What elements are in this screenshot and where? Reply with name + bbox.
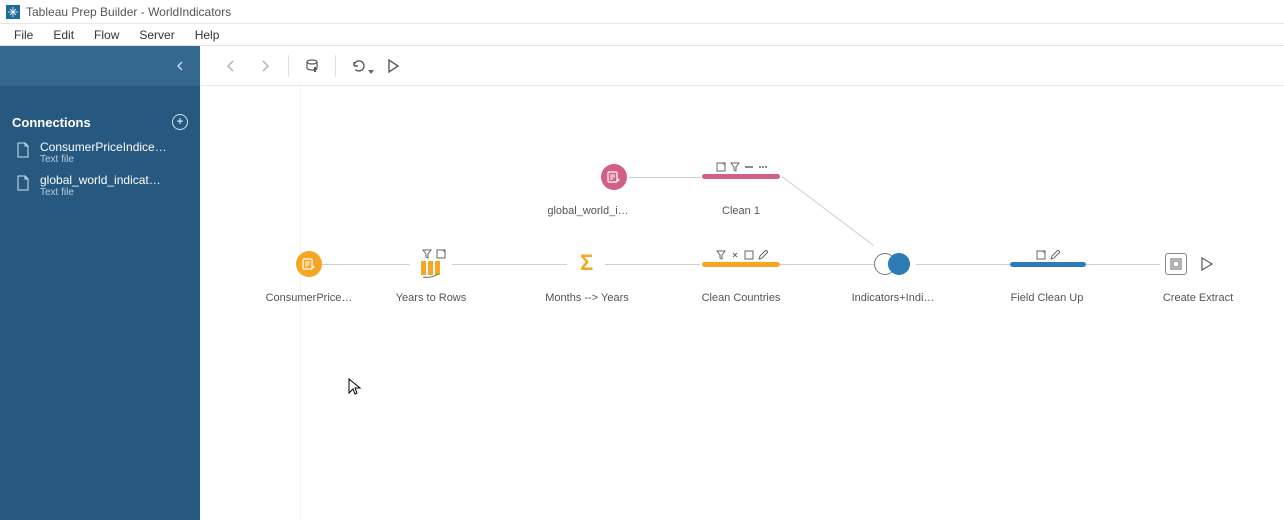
menu-edit[interactable]: Edit xyxy=(43,26,84,44)
node-label: Months --> Years xyxy=(532,292,642,304)
node-label: Years to Rows xyxy=(376,292,486,304)
forward-button[interactable] xyxy=(248,49,282,83)
flow-canvas[interactable]: ConsumerPrice… Years to Rows Σ Months --… xyxy=(200,86,1284,520)
connection-name: global_world_indicat… xyxy=(40,173,161,187)
separator xyxy=(335,55,336,77)
link-icon xyxy=(730,247,740,257)
node-label: Clean Countries xyxy=(686,292,796,304)
pivot-node[interactable] xyxy=(420,258,442,280)
step-mini-icons xyxy=(716,159,768,169)
output-node[interactable] xyxy=(1165,253,1187,275)
sidebar-collapse-bar[interactable] xyxy=(0,46,200,86)
node-label: Field Clean Up xyxy=(992,292,1102,304)
toolbar xyxy=(200,46,1284,86)
add-connection-button[interactable]: + xyxy=(172,114,188,130)
connections-label: Connections xyxy=(12,115,91,130)
edit-icon xyxy=(758,247,768,257)
run-output-icon[interactable] xyxy=(1200,257,1214,271)
mouse-cursor-icon xyxy=(348,378,362,396)
node-label: ConsumerPrice… xyxy=(254,292,364,304)
node-label: global_world_i… xyxy=(533,205,643,217)
file-icon xyxy=(16,175,30,191)
window-titlebar: Tableau Prep Builder - WorldIndicators xyxy=(0,0,1284,24)
connections-header: Connections + xyxy=(0,104,200,136)
canvas-area: ConsumerPrice… Years to Rows Σ Months --… xyxy=(200,46,1284,520)
edit-icon xyxy=(1050,247,1060,257)
rename-icon xyxy=(716,159,726,169)
more-icon xyxy=(758,159,768,169)
connector-line xyxy=(452,264,567,265)
filter-icon xyxy=(422,246,432,256)
menu-help[interactable]: Help xyxy=(185,26,230,44)
file-icon xyxy=(16,142,30,158)
node-label: Create Extract xyxy=(1138,292,1258,304)
connector-line xyxy=(629,177,701,178)
step-mini-icons xyxy=(422,246,446,256)
step-mini-icons xyxy=(1036,247,1060,257)
join-node[interactable] xyxy=(874,252,914,276)
node-label: Clean 1 xyxy=(686,205,796,217)
connection-item[interactable]: global_world_indicat… Text file xyxy=(0,169,200,202)
rename-icon xyxy=(436,246,446,256)
data-sample-button[interactable] xyxy=(295,49,329,83)
connections-sidebar: Connections + ConsumerPriceIndice… Text … xyxy=(0,46,200,520)
calc-icon xyxy=(744,247,754,257)
remove-icon xyxy=(744,159,754,169)
chevron-left-icon xyxy=(176,58,184,74)
menubar: File Edit Flow Server Help xyxy=(0,24,1284,46)
connector-line xyxy=(605,264,700,265)
menu-server[interactable]: Server xyxy=(129,26,184,44)
refresh-button[interactable] xyxy=(342,49,376,83)
connection-item[interactable]: ConsumerPriceIndice… Text file xyxy=(0,136,200,169)
clean-node-fieldcleanup[interactable] xyxy=(1010,262,1086,267)
clean-node-countries[interactable] xyxy=(702,262,780,267)
filter-icon xyxy=(730,159,740,169)
step-mini-icons xyxy=(716,247,768,257)
menu-file[interactable]: File xyxy=(4,26,43,44)
aggregate-node[interactable]: Σ xyxy=(580,250,593,276)
connection-name: ConsumerPriceIndice… xyxy=(40,140,167,154)
clean-node-1[interactable] xyxy=(702,174,780,179)
connection-type: Text file xyxy=(40,154,167,165)
run-button[interactable] xyxy=(376,49,410,83)
menu-flow[interactable]: Flow xyxy=(84,26,129,44)
node-label: Indicators+Indi… xyxy=(838,292,948,304)
connector-line xyxy=(322,264,410,265)
app-icon xyxy=(6,5,20,19)
back-button[interactable] xyxy=(214,49,248,83)
connector-line xyxy=(780,264,877,265)
rename-icon xyxy=(1036,247,1046,257)
window-title: Tableau Prep Builder - WorldIndicators xyxy=(26,5,231,19)
input-node-global[interactable] xyxy=(601,164,627,190)
filter-icon xyxy=(716,247,726,257)
connection-type: Text file xyxy=(40,187,161,198)
separator xyxy=(288,55,289,77)
input-node-consumer[interactable] xyxy=(296,251,322,277)
